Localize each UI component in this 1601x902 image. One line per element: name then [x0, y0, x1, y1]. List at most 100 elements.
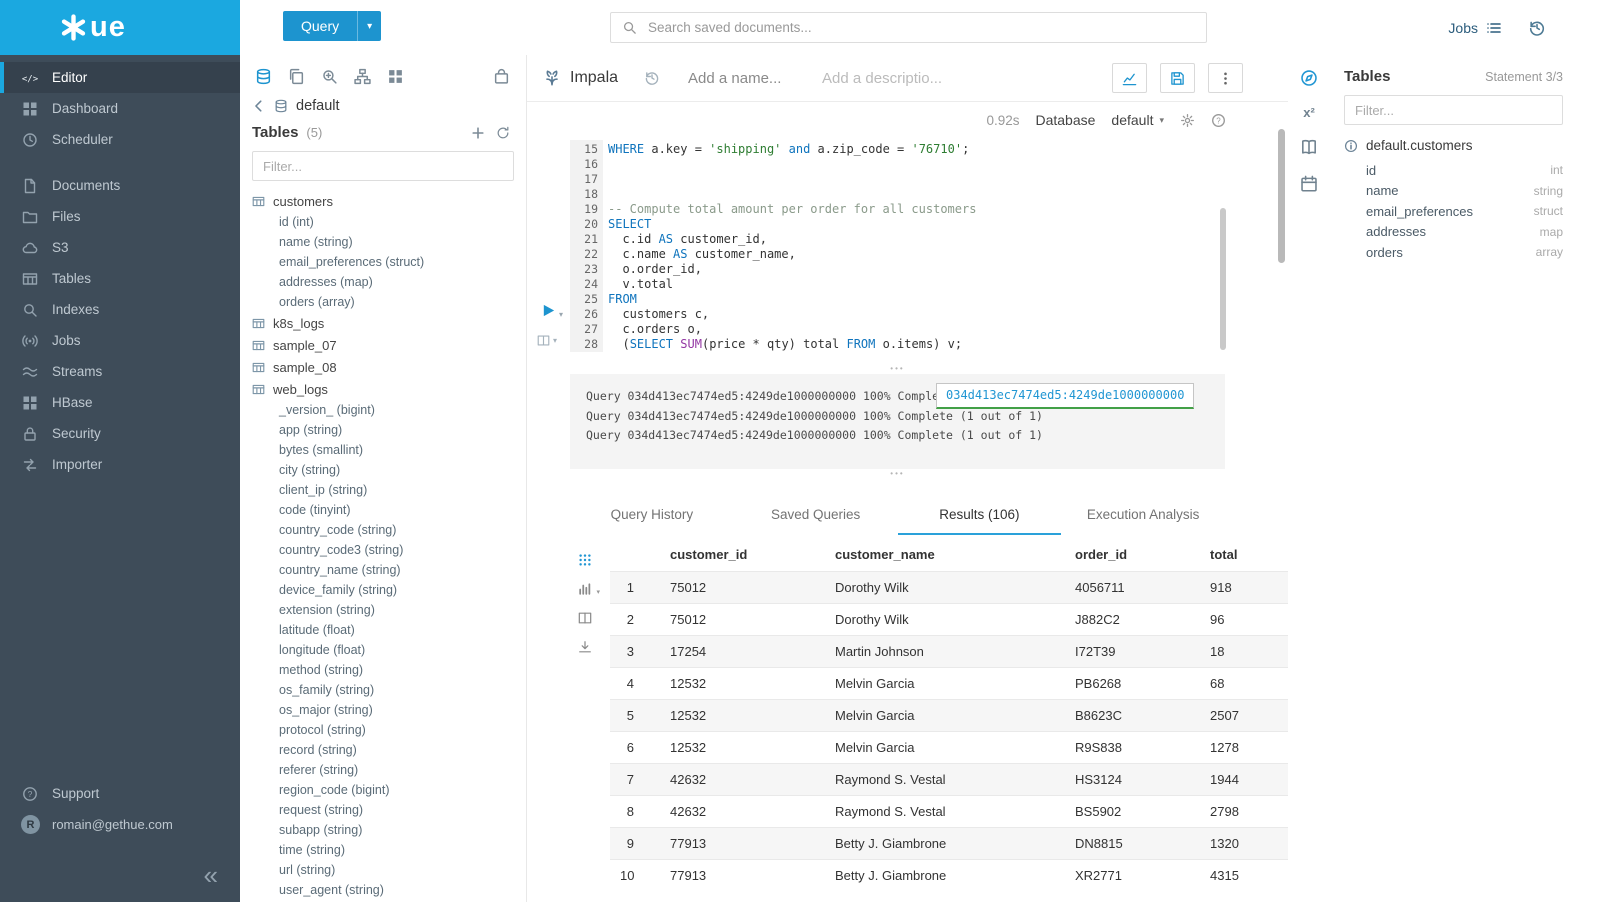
assist-table-web-logs[interactable]: web_logs: [252, 378, 526, 400]
database-icon[interactable]: [255, 68, 272, 85]
assist-table-k8s-logs[interactable]: k8s_logs: [252, 312, 526, 334]
assist-column[interactable]: _version_ (bigint): [252, 400, 526, 420]
sidebar-item-documents[interactable]: Documents: [0, 170, 240, 201]
assist-column[interactable]: subapp (string): [252, 820, 526, 840]
assist-filter-input[interactable]: [261, 158, 505, 175]
column-header-customer-name[interactable]: customer_name: [825, 539, 1065, 572]
right-panel-filter-input[interactable]: [1353, 102, 1554, 119]
query-name-input[interactable]: [686, 69, 800, 88]
tab-query-history[interactable]: Query History: [570, 496, 734, 535]
jobs-link[interactable]: Jobs: [1448, 20, 1502, 36]
tab-saved-queries[interactable]: Saved Queries: [734, 496, 898, 535]
assist-column[interactable]: time (string): [252, 840, 526, 860]
tab-results-106[interactable]: Results (106): [898, 496, 1062, 535]
assist-table-sample-08[interactable]: sample_08: [252, 356, 526, 378]
sidebar-user[interactable]: R romain@gethue.com: [0, 809, 240, 840]
run-query-button[interactable]: [541, 303, 556, 318]
sidebar-item-files[interactable]: Files: [0, 201, 240, 232]
assist-table-customers[interactable]: customers: [252, 190, 526, 212]
sidebar-item-dashboard[interactable]: Dashboard: [0, 93, 240, 124]
apps-icon[interactable]: [387, 68, 404, 85]
right-panel-column-id[interactable]: idint: [1344, 160, 1563, 181]
schedule-icon[interactable]: [1300, 175, 1318, 193]
assist-column[interactable]: code (tinyint): [252, 500, 526, 520]
assist-column[interactable]: country_code (string): [252, 520, 526, 540]
assist-column[interactable]: extension (string): [252, 600, 526, 620]
assist-column[interactable]: region_code (bigint): [252, 780, 526, 800]
language-reference-icon[interactable]: [1300, 138, 1318, 156]
code-editor[interactable]: ▾ ▾ 1516171819202122232425262728 WHERE a…: [527, 140, 1226, 352]
sidebar-item-importer[interactable]: Importer: [0, 449, 240, 480]
assist-column[interactable]: os_major (string): [252, 700, 526, 720]
new-query-split-button[interactable]: Query ▾: [283, 11, 381, 41]
assist-column[interactable]: latitude (float): [252, 620, 526, 640]
sidebar-collapse-button[interactable]: «: [204, 862, 218, 888]
global-search[interactable]: [610, 12, 1207, 43]
sidebar-item-streams[interactable]: Streams: [0, 356, 240, 387]
assist-column[interactable]: email_preferences (struct): [252, 252, 526, 272]
query-caret-button[interactable]: ▾: [357, 11, 381, 41]
main-scrollbar[interactable]: [1278, 129, 1285, 263]
assist-column[interactable]: referer (string): [252, 760, 526, 780]
resize-handle-top[interactable]: •••: [570, 364, 1225, 374]
sidebar-item-jobs[interactable]: Jobs: [0, 325, 240, 356]
assist-column[interactable]: user_agent (string): [252, 880, 526, 900]
assist-column[interactable]: request (string): [252, 800, 526, 820]
download-icon[interactable]: [578, 640, 592, 654]
assist-column[interactable]: device_family (string): [252, 580, 526, 600]
editor-context-button[interactable]: ▾: [537, 334, 557, 347]
sidebar-item-security[interactable]: Security: [0, 418, 240, 449]
gear-icon[interactable]: [1180, 113, 1195, 128]
sidebar-item-tables[interactable]: Tables: [0, 263, 240, 294]
search-plus-icon[interactable]: [321, 68, 338, 85]
assist-column[interactable]: os_family (string): [252, 680, 526, 700]
duplicate-icon[interactable]: [288, 68, 305, 85]
assist-column[interactable]: city (string): [252, 460, 526, 480]
sidebar-item-scheduler[interactable]: Scheduler: [0, 124, 240, 155]
assist-column[interactable]: record (string): [252, 740, 526, 760]
assist-column[interactable]: country_code3 (string): [252, 540, 526, 560]
breadcrumb-database[interactable]: default: [296, 98, 340, 114]
query-description-input[interactable]: [820, 69, 959, 88]
assist-column[interactable]: name (string): [252, 232, 526, 252]
right-panel-column-email-preferences[interactable]: email_preferencesstruct: [1344, 201, 1563, 222]
refresh-tables-icon[interactable]: [496, 126, 510, 140]
assist-column[interactable]: addresses (map): [252, 272, 526, 292]
sidebar-item-support[interactable]: ? Support: [0, 778, 240, 809]
tab-execution-analysis[interactable]: Execution Analysis: [1061, 496, 1225, 535]
assist-column[interactable]: id (int): [252, 212, 526, 232]
bar-chart-icon[interactable]: ▾: [578, 582, 592, 596]
back-chevron-icon[interactable]: [252, 99, 266, 113]
column-header-total[interactable]: total: [1200, 539, 1288, 572]
column-header-customer-id[interactable]: customer_id: [660, 539, 825, 572]
right-panel-filter[interactable]: [1344, 95, 1563, 125]
functions-icon[interactable]: x²: [1303, 106, 1315, 119]
sidebar-item-hbase[interactable]: HBase: [0, 387, 240, 418]
sql-code[interactable]: WHERE a.key = 'shipping' and a.zip_code …: [603, 140, 1226, 352]
job-id-tooltip[interactable]: 034d413ec7474ed5:4249de1000000000: [936, 383, 1194, 409]
engine-selector[interactable]: Impala: [543, 69, 618, 87]
help-circle-icon[interactable]: ?: [1211, 113, 1226, 128]
sidebar-item-editor[interactable]: </>Editor: [0, 62, 240, 93]
right-panel-column-addresses[interactable]: addressesmap: [1344, 222, 1563, 243]
assistant-icon[interactable]: [1300, 69, 1318, 87]
assist-column[interactable]: bytes (smallint): [252, 440, 526, 460]
bag-icon[interactable]: [493, 68, 510, 85]
column-header-order-id[interactable]: order_id: [1065, 539, 1200, 572]
right-panel-column-orders[interactable]: ordersarray: [1344, 242, 1563, 263]
chart-settings-button[interactable]: [1112, 63, 1147, 93]
assist-filter[interactable]: [252, 151, 514, 181]
grid-dots-icon[interactable]: [578, 553, 592, 567]
right-panel-column-name[interactable]: namestring: [1344, 181, 1563, 202]
assist-column[interactable]: orders (array): [252, 292, 526, 312]
query-history-icon[interactable]: [1528, 19, 1546, 37]
assist-column[interactable]: method (string): [252, 660, 526, 680]
active-table[interactable]: default.customers: [1344, 138, 1563, 153]
assist-column[interactable]: protocol (string): [252, 720, 526, 740]
assist-column[interactable]: country_name (string): [252, 560, 526, 580]
resize-handle-bottom[interactable]: •••: [570, 469, 1225, 479]
sitemap-icon[interactable]: [354, 68, 371, 85]
sidebar-item-indexes[interactable]: Indexes: [0, 294, 240, 325]
search-input[interactable]: [646, 19, 1195, 36]
snippet-history-icon[interactable]: [644, 70, 660, 86]
